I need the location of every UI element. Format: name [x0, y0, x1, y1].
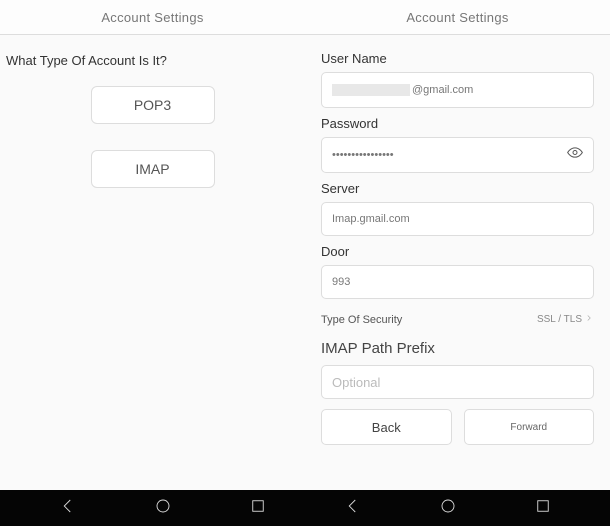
- recent-nav-icon[interactable]: [534, 497, 552, 520]
- door-value: 993: [332, 276, 350, 288]
- server-label: Server: [321, 181, 594, 196]
- security-label: Type Of Security: [321, 314, 402, 326]
- home-nav-icon[interactable]: [439, 497, 457, 520]
- show-password-icon[interactable]: [567, 145, 583, 166]
- security-row[interactable]: Type Of Security SSL / TLS: [321, 313, 594, 326]
- server-input[interactable]: Imap.gmail.com: [321, 202, 594, 236]
- security-value: SSL / TLS: [537, 314, 582, 325]
- password-input[interactable]: ••••••••••••••••: [321, 137, 594, 173]
- back-button[interactable]: Back: [321, 409, 452, 445]
- username-value: @gmail.com: [332, 84, 473, 96]
- header-left: Account Settings: [0, 0, 305, 35]
- page-title: Account Settings: [101, 10, 203, 25]
- header-right: Account Settings: [305, 0, 610, 35]
- chevron-right-icon: [584, 313, 594, 326]
- password-label: Password: [321, 116, 594, 131]
- account-type-screen: Account Settings What Type Of Account Is…: [0, 0, 305, 490]
- back-nav-icon[interactable]: [59, 497, 77, 520]
- door-input[interactable]: 993: [321, 265, 594, 299]
- forward-button[interactable]: Forward: [464, 409, 595, 445]
- pop3-button[interactable]: POP3: [91, 86, 215, 124]
- security-value-wrap: SSL / TLS: [537, 313, 594, 326]
- page-title: Account Settings: [406, 10, 508, 25]
- server-settings-screen: Account Settings User Name @gmail.com Pa…: [305, 0, 610, 490]
- imap-prefix-placeholder: Optional: [332, 375, 380, 390]
- recent-nav-icon[interactable]: [249, 497, 267, 520]
- door-label: Door: [321, 244, 594, 259]
- password-value: ••••••••••••••••: [332, 149, 394, 161]
- back-nav-icon[interactable]: [344, 497, 362, 520]
- username-input[interactable]: @gmail.com: [321, 72, 594, 108]
- android-navbar: [0, 490, 610, 526]
- imap-prefix-label: IMAP Path Prefix: [321, 340, 594, 357]
- imap-button[interactable]: IMAP: [91, 150, 215, 188]
- server-value: Imap.gmail.com: [332, 213, 410, 225]
- redacted-username: [332, 84, 410, 96]
- imap-prefix-input[interactable]: Optional: [321, 365, 594, 399]
- username-label: User Name: [321, 51, 594, 66]
- account-type-prompt: What Type Of Account Is It?: [6, 53, 299, 68]
- home-nav-icon[interactable]: [154, 497, 172, 520]
